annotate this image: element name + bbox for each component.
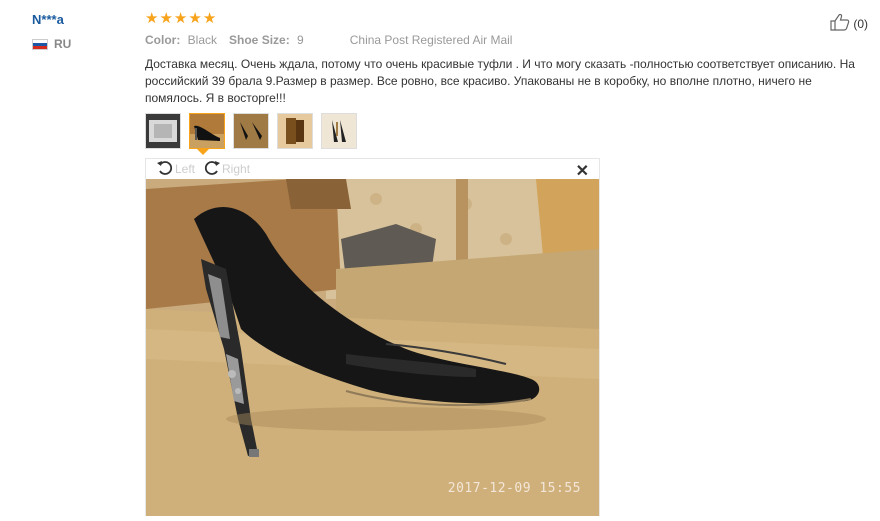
photo-viewer-toolbar: Left Right ✕: [146, 159, 599, 181]
color-value: Black: [187, 33, 218, 47]
photo-thumbnail[interactable]: [233, 113, 269, 149]
rotate-left-label[interactable]: Left: [175, 162, 195, 176]
review-text: Доставка месяц. Очень ждала, потому что …: [145, 57, 855, 105]
photo-timestamp: 2017-12-09 15:55: [447, 481, 581, 496]
size-value: 9: [297, 33, 304, 47]
helpful-button[interactable]: (0): [830, 13, 868, 34]
close-icon[interactable]: ✕: [576, 161, 589, 181]
product-meta: Color: Black Shoe Size: 9 China Post Reg…: [145, 33, 512, 47]
thumbs-up-icon[interactable]: [830, 13, 850, 34]
reviewer-country: RU: [32, 37, 71, 51]
star-icon: ★: [173, 10, 188, 27]
country-code: RU: [54, 37, 72, 51]
photo-thumbnail[interactable]: [145, 113, 181, 149]
photo-thumbnail-selected[interactable]: [189, 113, 225, 149]
rotate-left-icon[interactable]: [156, 159, 175, 180]
star-icon: ★: [145, 10, 159, 27]
rotate-left-button[interactable]: Left: [156, 159, 195, 180]
helpful-count: (0): [853, 16, 868, 31]
selected-thumbnail-indicator: [197, 149, 209, 155]
star-icon: ★: [202, 10, 217, 27]
star-icon: ★: [159, 10, 173, 27]
size-label: Shoe Size:: [229, 33, 290, 47]
star-rating: ★ ★ ★ ★ ★: [145, 11, 216, 27]
rotate-right-button[interactable]: Right: [203, 159, 250, 180]
photo-thumbnails: [145, 113, 357, 149]
rotate-right-icon[interactable]: [203, 159, 222, 180]
photo-thumbnail[interactable]: [277, 113, 313, 149]
rotate-right-label[interactable]: Right: [222, 162, 250, 176]
photo-thumbnail[interactable]: [321, 113, 357, 149]
shipping-method: China Post Registered Air Mail: [349, 33, 513, 47]
reviewer-name: N***a: [32, 12, 64, 27]
star-icon: ★: [188, 10, 202, 27]
russia-flag-icon: [32, 38, 48, 50]
photo-viewer: Left Right ✕ 2017-12-09 15:55: [145, 158, 600, 516]
color-label: Color:: [145, 33, 181, 47]
review-photo: 2017-12-09 15:55: [146, 179, 599, 516]
